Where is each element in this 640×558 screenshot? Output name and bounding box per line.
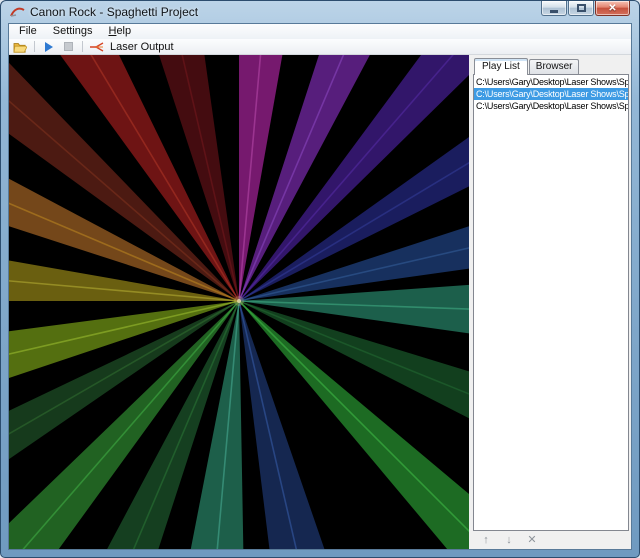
app-window: Canon Rock - Spaghetti Project ✕ File Set… — [0, 0, 640, 558]
menu-item-help[interactable]: Help — [100, 24, 139, 39]
playlist-item[interactable]: C:\Users\Gary\Desktop\Laser Shows\Spaghe… — [474, 100, 628, 112]
starburst-center — [237, 299, 241, 303]
maximize-button[interactable] — [568, 1, 594, 16]
maximize-icon — [576, 4, 586, 12]
play-button[interactable] — [42, 41, 56, 53]
play-icon — [45, 41, 53, 52]
move-down-icon[interactable]: ↓ — [503, 531, 515, 549]
laser-output-label[interactable]: Laser Output — [110, 41, 174, 53]
menu-bar: File Settings Help — [9, 24, 631, 39]
stop-button[interactable] — [61, 41, 75, 53]
panel-tabs: Play List Browser — [474, 57, 629, 75]
app-icon — [10, 7, 25, 17]
minimize-button[interactable] — [541, 1, 567, 16]
open-folder-icon — [13, 42, 27, 53]
playlist-listbox[interactable]: C:\Users\Gary\Desktop\Laser Shows\Spaghe… — [473, 74, 629, 531]
tab-play-list[interactable]: Play List — [474, 58, 528, 75]
toolbar: Laser Output — [9, 39, 631, 55]
close-button[interactable]: ✕ — [595, 1, 630, 16]
window-title: Canon Rock - Spaghetti Project — [30, 5, 199, 19]
playlist-toolbar: ↑ ↓ ✕ — [473, 531, 629, 549]
window-frame: File Settings Help Laser Output Play Lis… — [8, 23, 632, 550]
playlist-item[interactable]: C:\Users\Gary\Desktop\Laser Shows\Spaghe… — [474, 76, 628, 88]
laser-output-toggle[interactable] — [90, 41, 104, 53]
playlist-item[interactable]: C:\Users\Gary\Desktop\Laser Shows\Spaghe… — [474, 88, 628, 100]
window-controls: ✕ — [540, 1, 630, 16]
laser-preview-canvas[interactable] — [9, 55, 469, 549]
toolbar-separator — [82, 41, 83, 52]
toolbar-separator — [34, 41, 35, 52]
minimize-icon — [550, 9, 558, 13]
tab-browser[interactable]: Browser — [528, 59, 580, 74]
title-bar[interactable]: Canon Rock - Spaghetti Project ✕ — [1, 1, 639, 23]
delete-icon[interactable]: ✕ — [526, 531, 538, 549]
menu-item-file[interactable]: File — [11, 24, 45, 39]
laser-beam-icon — [90, 41, 104, 52]
main-content: Play List Browser C:\Users\Gary\Desktop\L… — [9, 55, 631, 549]
right-panel: Play List Browser C:\Users\Gary\Desktop\L… — [469, 55, 631, 549]
move-up-icon[interactable]: ↑ — [480, 531, 492, 549]
open-file-button[interactable] — [13, 41, 27, 53]
menu-item-settings[interactable]: Settings — [45, 24, 101, 39]
laser-starburst — [9, 55, 469, 549]
stop-icon — [63, 42, 73, 51]
